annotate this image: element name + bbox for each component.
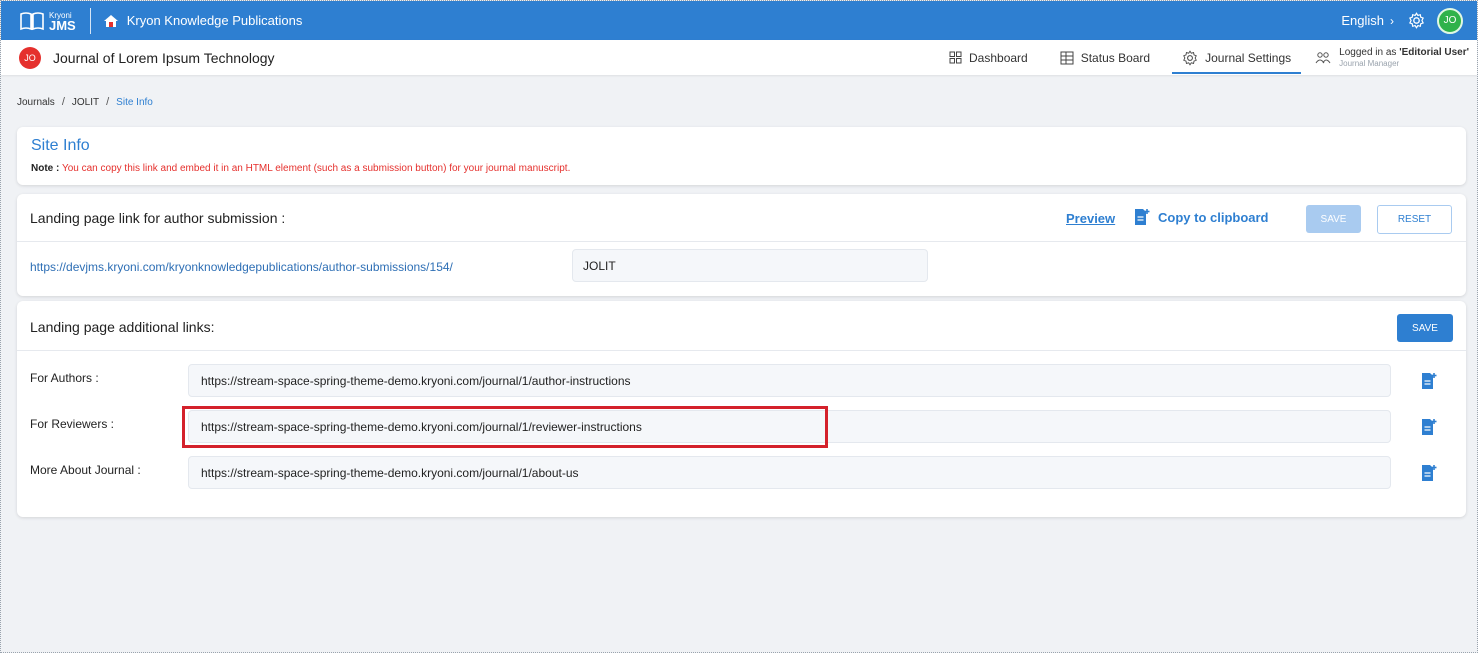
logo-big-text: JMS <box>49 17 76 33</box>
book-icon <box>20 11 44 30</box>
nav-status-board-label: Status Board <box>1080 50 1151 65</box>
site-info-note: Note : You can copy this link and embed … <box>31 163 570 174</box>
language-selector[interactable]: English › <box>1341 13 1394 28</box>
reviewers-link-value: https://stream-space-spring-theme-demo.k… <box>201 419 642 434</box>
nav-dashboard-label: Dashboard <box>969 50 1028 65</box>
additional-links-label: Landing page additional links: <box>30 319 215 335</box>
home-icon <box>103 14 118 27</box>
nav-dashboard[interactable]: Dashboard <box>933 40 1044 75</box>
copy-authors-link-button[interactable] <box>1421 372 1437 390</box>
reviewers-label: For Reviewers : <box>30 417 115 431</box>
additional-links-header: Landing page additional links: SAVE <box>17 301 1466 351</box>
users-icon <box>1315 51 1331 63</box>
copy-doc-icon <box>1422 419 1437 435</box>
grid-icon <box>949 51 962 64</box>
copy-to-clipboard-label: Copy to clipboard <box>1158 209 1269 225</box>
top-bar: Kryoni JMS Kryon Knowledge Publications … <box>1 1 1477 40</box>
breadcrumb-separator: / <box>61 96 65 108</box>
copy-doc-icon <box>1422 465 1437 481</box>
about-journal-link-input[interactable]: https://stream-space-spring-theme-demo.k… <box>188 456 1391 489</box>
authors-link-value: https://stream-space-spring-theme-demo.k… <box>201 373 631 388</box>
authors-label: For Authors : <box>30 371 99 385</box>
gear-icon[interactable] <box>1408 12 1425 29</box>
org-link[interactable]: Kryon Knowledge Publications <box>103 13 303 28</box>
journal-header: JO Journal of Lorem Ipsum Technology Das… <box>1 40 1477 75</box>
journal-title: Journal of Lorem Ipsum Technology <box>53 49 275 66</box>
nav-journal-settings-label: Journal Settings <box>1205 50 1292 65</box>
page-frame: Kryoni JMS Kryon Knowledge Publications … <box>0 0 1478 653</box>
chevron-right-icon: › <box>1390 13 1394 28</box>
copy-reviewers-link-button[interactable] <box>1421 418 1437 436</box>
additional-links-card: Landing page additional links: SAVE For … <box>17 301 1466 517</box>
logged-in-text: Logged in as 'Editorial User' Journal Ma… <box>1339 47 1469 69</box>
save-links-button[interactable]: SAVE <box>1397 314 1453 342</box>
preview-link[interactable]: Preview <box>1066 211 1115 226</box>
journal-avatar: JO <box>19 46 41 69</box>
journal-initials: JO <box>24 52 36 63</box>
save-button-disabled[interactable]: SAVE <box>1306 205 1361 233</box>
user-initials: JO <box>1443 15 1457 26</box>
site-info-card: Site Info Note : You can copy this link … <box>17 127 1466 185</box>
user-avatar[interactable]: JO <box>1437 7 1463 34</box>
about-journal-label: More About Journal : <box>30 463 141 477</box>
logged-in-user[interactable]: Logged in as 'Editorial User' Journal Ma… <box>1315 47 1469 69</box>
landing-link-label: Landing page link for author submission … <box>30 210 286 226</box>
logo-text: Kryoni JMS <box>49 11 76 33</box>
note-label: Note : <box>31 163 60 174</box>
breadcrumb-journals[interactable]: Journals <box>17 97 55 108</box>
landing-link-header: Landing page link for author submission … <box>17 194 1466 242</box>
divider <box>89 7 91 34</box>
authors-link-input[interactable]: https://stream-space-spring-theme-demo.k… <box>188 364 1391 397</box>
breadcrumb-separator: / <box>106 96 110 108</box>
top-right-controls: English › JO <box>1341 7 1463 34</box>
breadcrumb-jolit[interactable]: JOLIT <box>72 97 99 108</box>
breadcrumb: Journals / JOLIT / Site Info <box>17 96 153 108</box>
nav-journal-settings[interactable]: Journal Settings <box>1166 40 1307 75</box>
org-name: Kryon Knowledge Publications <box>126 13 303 28</box>
language-label: English <box>1341 13 1384 28</box>
settings-icon <box>1183 49 1197 66</box>
main-nav: Dashboard Status Board Journal Settings <box>933 40 1477 75</box>
logged-in-prefix: Logged in as <box>1339 46 1400 58</box>
board-icon <box>1060 51 1074 64</box>
copy-doc-icon <box>1135 209 1150 225</box>
logged-in-role: Journal Manager <box>1339 58 1400 68</box>
about-journal-link-value: https://stream-space-spring-theme-demo.k… <box>201 465 579 480</box>
site-info-title: Site Info <box>31 137 90 154</box>
copy-to-clipboard-button[interactable]: Copy to clipboard <box>1134 208 1269 226</box>
note-text: You can copy this link and embed it in a… <box>61 163 571 174</box>
submission-url-prefix: https://devjms.kryoni.com/kryonknowledge… <box>30 260 453 274</box>
journal-slug-input[interactable]: JOLIT <box>572 249 928 282</box>
nav-status-board[interactable]: Status Board <box>1044 40 1166 75</box>
journal-slug-value: JOLIT <box>583 258 616 273</box>
copy-about-journal-link-button[interactable] <box>1421 464 1437 482</box>
reviewers-link-input[interactable]: https://stream-space-spring-theme-demo.k… <box>188 410 1391 443</box>
breadcrumb-current: Site Info <box>116 96 153 108</box>
logged-in-username: 'Editorial User' <box>1399 46 1469 58</box>
logged-in-line: Logged in as 'Editorial User' <box>1339 47 1469 58</box>
app-logo[interactable]: Kryoni JMS <box>19 1 76 40</box>
copy-doc-icon <box>1422 373 1437 389</box>
landing-link-card: Landing page link for author submission … <box>17 194 1466 296</box>
reset-button[interactable]: RESET <box>1377 205 1452 234</box>
